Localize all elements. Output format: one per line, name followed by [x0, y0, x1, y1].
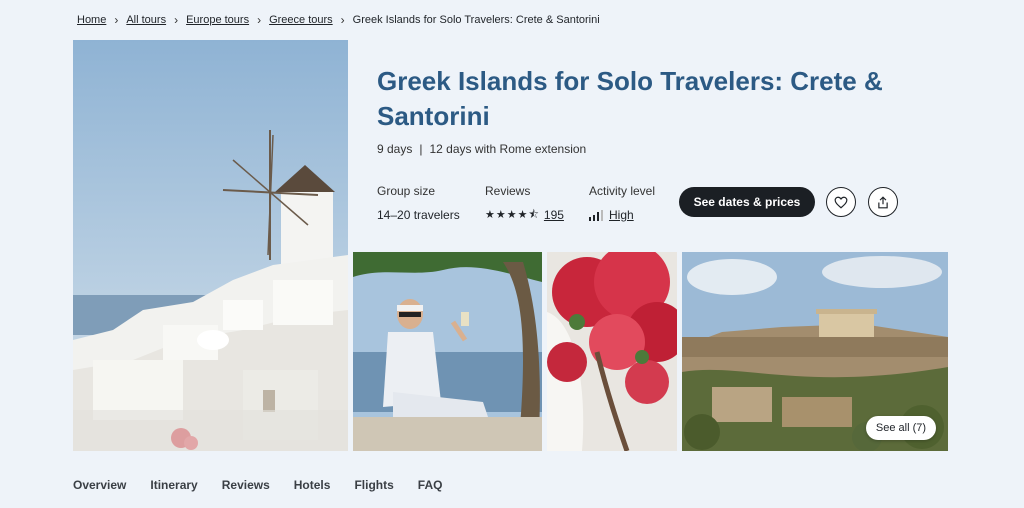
chevron-right-icon: › — [174, 13, 179, 27]
breadcrumb-europe-tours[interactable]: Europe tours — [186, 14, 249, 26]
chevron-right-icon: › — [340, 13, 345, 27]
breadcrumb: Home › All tours › Europe tours › Greece… — [77, 13, 600, 27]
reviews-label: Reviews — [485, 184, 531, 198]
chevron-right-icon: › — [257, 13, 262, 27]
star-icon: ★ — [495, 209, 506, 221]
heart-icon — [834, 196, 848, 209]
activity-level-link[interactable]: High — [609, 208, 634, 222]
duration-divider: | — [419, 142, 423, 156]
tab-overview[interactable]: Overview — [73, 478, 126, 492]
tab-faq[interactable]: FAQ — [418, 478, 443, 492]
gallery-photo-traveler[interactable] — [353, 252, 542, 451]
see-all-photos-button[interactable]: See all (7) — [866, 416, 936, 440]
share-icon — [878, 195, 888, 208]
reviews-count-link[interactable]: 195 — [544, 208, 564, 222]
tab-itinerary[interactable]: Itinerary — [150, 478, 197, 492]
breadcrumb-current: Greek Islands for Solo Travelers: Crete … — [352, 14, 600, 26]
stat-group-size: Group size 14–20 travelers — [377, 184, 460, 222]
breadcrumb-greece-tours[interactable]: Greece tours — [269, 14, 333, 26]
star-half-icon: ⯪ — [528, 209, 539, 221]
star-icon: ★ — [485, 209, 495, 221]
star-rating: ★ ★ ★ ★ ⯪ — [485, 209, 539, 221]
tab-hotels[interactable]: Hotels — [294, 478, 331, 492]
tour-duration: 9 days | 12 days with Rome extension — [377, 142, 586, 156]
hero-photo-santorini[interactable] — [73, 40, 348, 451]
see-dates-prices-button[interactable]: See dates & prices — [679, 187, 815, 217]
tab-reviews[interactable]: Reviews — [222, 478, 270, 492]
duration-days: 9 days — [377, 142, 413, 156]
tab-flights[interactable]: Flights — [354, 478, 393, 492]
star-icon: ★ — [506, 209, 517, 221]
share-button[interactable] — [868, 187, 898, 217]
breadcrumb-all-tours[interactable]: All tours — [126, 14, 166, 26]
group-size-value: 14–20 travelers — [377, 208, 460, 222]
breadcrumb-home[interactable]: Home — [77, 14, 106, 26]
group-size-label: Group size — [377, 184, 436, 198]
activity-level-label: Activity level — [589, 184, 656, 198]
star-icon: ★ — [517, 209, 528, 221]
stat-reviews: Reviews ★ ★ ★ ★ ⯪ 195 — [485, 184, 564, 222]
chevron-right-icon: › — [114, 13, 119, 27]
page-title: Greek Islands for Solo Travelers: Crete … — [377, 66, 883, 131]
activity-level-icon — [589, 209, 603, 221]
tour-section-tabs: Overview Itinerary Reviews Hotels Flight… — [73, 478, 442, 492]
duration-extension: 12 days with Rome extension — [429, 142, 587, 156]
gallery-photo-bougainvillea[interactable] — [547, 252, 677, 451]
favorite-button[interactable] — [826, 187, 856, 217]
stat-activity-level: Activity level High — [589, 184, 655, 222]
